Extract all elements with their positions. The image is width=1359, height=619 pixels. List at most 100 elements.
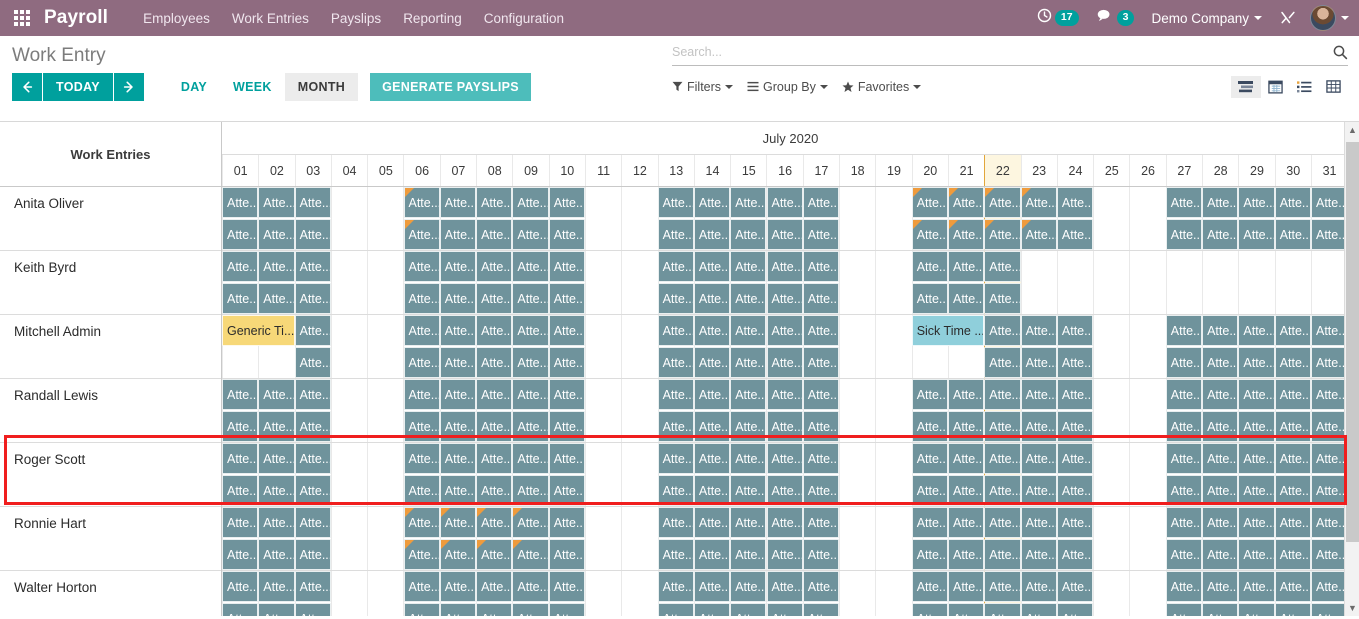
work-entry-pill-attendance[interactable]: Atte... bbox=[476, 475, 512, 506]
work-entry-pill-attendance[interactable]: Atte... bbox=[658, 219, 694, 250]
work-entry-pill-attendance[interactable]: Atte... bbox=[295, 603, 331, 616]
work-entry-pill-attendance[interactable]: Atte... bbox=[1311, 603, 1347, 616]
work-entry-pill-attendance[interactable]: Atte... bbox=[1275, 219, 1311, 250]
work-entry-pill-attendance[interactable]: Atte... bbox=[440, 283, 476, 314]
work-entry-pill-attendance[interactable]: Atte... bbox=[1166, 379, 1202, 410]
work-entry-pill-attendance[interactable]: Atte... bbox=[1202, 443, 1238, 474]
work-entry-pill-attendance[interactable]: Atte... bbox=[512, 315, 548, 346]
day-header-08[interactable]: 08 bbox=[476, 155, 512, 186]
day-header-13[interactable]: 13 bbox=[658, 155, 694, 186]
work-entry-pill-attendance[interactable]: Atte... bbox=[549, 315, 585, 346]
work-entry-pill-attendance[interactable]: Atte... bbox=[258, 219, 294, 250]
employee-row-label[interactable]: Keith Byrd bbox=[0, 251, 221, 315]
work-entry-pill-attendance[interactable]: Atte... bbox=[549, 571, 585, 602]
work-entry-pill-attendance[interactable]: Atte... bbox=[1057, 315, 1093, 346]
work-entry-pill-attendance[interactable]: Atte... bbox=[1275, 507, 1311, 538]
work-entry-pill-attendance[interactable]: Atte... bbox=[1166, 539, 1202, 570]
work-entry-pill-attendance[interactable]: Atte... bbox=[440, 219, 476, 250]
day-header-12[interactable]: 12 bbox=[621, 155, 657, 186]
work-entry-pill-attendance[interactable]: Atte... bbox=[730, 347, 766, 378]
work-entry-pill-attendance[interactable]: Atte... bbox=[767, 571, 803, 602]
work-entry-pill-attendance[interactable]: Atte... bbox=[1238, 475, 1274, 506]
day-header-03[interactable]: 03 bbox=[295, 155, 331, 186]
work-entry-pill-attendance[interactable]: Atte... bbox=[1238, 539, 1274, 570]
day-header-26[interactable]: 26 bbox=[1129, 155, 1165, 186]
work-entry-pill-attendance[interactable]: Atte... bbox=[803, 507, 839, 538]
work-entry-pill-attendance[interactable]: Atte... bbox=[1166, 219, 1202, 250]
work-entry-pill-attendance[interactable]: Atte... bbox=[512, 507, 548, 538]
work-entry-pill-attendance[interactable]: Atte... bbox=[803, 411, 839, 442]
work-entry-pill-attendance[interactable]: Atte... bbox=[658, 507, 694, 538]
work-entry-pill-attendance[interactable]: Atte... bbox=[694, 347, 730, 378]
work-entry-pill-attendance[interactable]: Atte... bbox=[1166, 315, 1202, 346]
scroll-down-icon[interactable]: ▼ bbox=[1345, 600, 1359, 616]
work-entry-pill-attendance[interactable]: Atte... bbox=[295, 571, 331, 602]
work-entry-pill-attendance[interactable]: Atte... bbox=[948, 411, 984, 442]
work-entry-pill-attendance[interactable]: Atte... bbox=[222, 187, 258, 218]
employee-row-label[interactable]: Walter Horton bbox=[0, 571, 221, 616]
work-entry-pill-attendance[interactable]: Atte... bbox=[295, 539, 331, 570]
day-header-09[interactable]: 09 bbox=[512, 155, 548, 186]
work-entry-pill-attendance[interactable]: Atte... bbox=[803, 347, 839, 378]
work-entry-pill-attendance[interactable]: Atte... bbox=[912, 507, 948, 538]
work-entry-pill-attendance[interactable]: Atte... bbox=[222, 603, 258, 616]
work-entry-pill-attendance[interactable]: Atte... bbox=[512, 571, 548, 602]
work-entry-pill-attendance[interactable]: Atte... bbox=[549, 475, 585, 506]
work-entry-pill-attendance[interactable]: Atte... bbox=[476, 507, 512, 538]
work-entry-pill-attendance[interactable]: Atte... bbox=[730, 507, 766, 538]
day-header-28[interactable]: 28 bbox=[1202, 155, 1238, 186]
work-entry-pill-attendance[interactable]: Atte... bbox=[1021, 379, 1057, 410]
work-entry-pill-attendance[interactable]: Atte... bbox=[1166, 347, 1202, 378]
work-entry-pill-attendance[interactable]: Atte... bbox=[476, 251, 512, 282]
work-entry-pill-attendance[interactable]: Atte... bbox=[803, 443, 839, 474]
scale-day-button[interactable]: DAY bbox=[168, 73, 220, 101]
work-entry-pill-attendance[interactable]: Atte... bbox=[694, 283, 730, 314]
work-entry-pill-attendance[interactable]: Atte... bbox=[767, 443, 803, 474]
work-entry-pill-attendance[interactable]: Atte... bbox=[440, 379, 476, 410]
work-entry-pill-attendance[interactable]: Atte... bbox=[295, 411, 331, 442]
work-entry-pill-attendance[interactable]: Atte... bbox=[258, 603, 294, 616]
work-entry-pill-attendance[interactable]: Atte... bbox=[1311, 571, 1347, 602]
work-entry-pill-attendance[interactable]: Atte... bbox=[440, 475, 476, 506]
work-entry-pill-attendance[interactable]: Atte... bbox=[404, 571, 440, 602]
work-entry-pill-attendance[interactable]: Atte... bbox=[658, 251, 694, 282]
work-entry-pill-attendance[interactable]: Atte... bbox=[1166, 571, 1202, 602]
today-button[interactable]: TODAY bbox=[43, 73, 113, 101]
day-header-30[interactable]: 30 bbox=[1275, 155, 1311, 186]
work-entry-pill-attendance[interactable]: Atte... bbox=[1238, 187, 1274, 218]
work-entry-pill-attendance[interactable]: Atte... bbox=[1275, 475, 1311, 506]
work-entry-pill-attendance[interactable]: Atte... bbox=[694, 507, 730, 538]
work-entry-pill-attendance[interactable]: Atte... bbox=[476, 187, 512, 218]
work-entry-pill-attendance[interactable]: Atte... bbox=[730, 283, 766, 314]
day-header-19[interactable]: 19 bbox=[875, 155, 911, 186]
day-header-01[interactable]: 01 bbox=[222, 155, 258, 186]
work-entry-pill-attendance[interactable]: Atte... bbox=[767, 539, 803, 570]
work-entry-pill-attendance[interactable]: Atte... bbox=[658, 187, 694, 218]
work-entry-pill-attendance[interactable]: Atte... bbox=[549, 187, 585, 218]
company-switcher[interactable]: Demo Company bbox=[1143, 11, 1270, 26]
work-entry-pill-attendance[interactable]: Atte... bbox=[222, 507, 258, 538]
work-entry-pill-attendance[interactable]: Atte... bbox=[694, 539, 730, 570]
work-entry-pill-attendance[interactable]: Atte... bbox=[912, 219, 948, 250]
work-entry-pill-attendance[interactable]: Atte... bbox=[948, 475, 984, 506]
work-entry-pill-attendance[interactable]: Atte... bbox=[404, 603, 440, 616]
work-entry-pill-attendance[interactable]: Atte... bbox=[912, 443, 948, 474]
work-entry-pill-attendance[interactable]: Atte... bbox=[1202, 571, 1238, 602]
work-entry-pill-attendance[interactable]: Atte... bbox=[694, 251, 730, 282]
work-entry-pill-attendance[interactable]: Atte... bbox=[1021, 443, 1057, 474]
work-entry-pill-attendance[interactable]: Atte... bbox=[1311, 219, 1347, 250]
work-entry-pill-attendance[interactable]: Atte... bbox=[984, 475, 1020, 506]
work-entry-pill-attendance[interactable]: Atte... bbox=[730, 187, 766, 218]
work-entry-pill-attendance[interactable]: Atte... bbox=[984, 219, 1020, 250]
scale-week-button[interactable]: WEEK bbox=[220, 73, 285, 101]
work-entry-pill-attendance[interactable]: Atte... bbox=[658, 475, 694, 506]
work-entry-pill-attendance[interactable]: Atte... bbox=[512, 379, 548, 410]
work-entry-pill-attendance[interactable]: Atte... bbox=[767, 475, 803, 506]
work-entry-pill-attendance[interactable]: Atte... bbox=[476, 443, 512, 474]
work-entry-pill-attendance[interactable]: Atte... bbox=[767, 315, 803, 346]
work-entry-pill-attendance[interactable]: Atte... bbox=[984, 539, 1020, 570]
work-entry-pill-attendance[interactable]: Atte... bbox=[694, 411, 730, 442]
work-entry-pill-attendance[interactable]: Atte... bbox=[1166, 443, 1202, 474]
work-entry-pill-attendance[interactable]: Atte... bbox=[948, 571, 984, 602]
work-entry-pill-attendance[interactable]: Atte... bbox=[803, 571, 839, 602]
